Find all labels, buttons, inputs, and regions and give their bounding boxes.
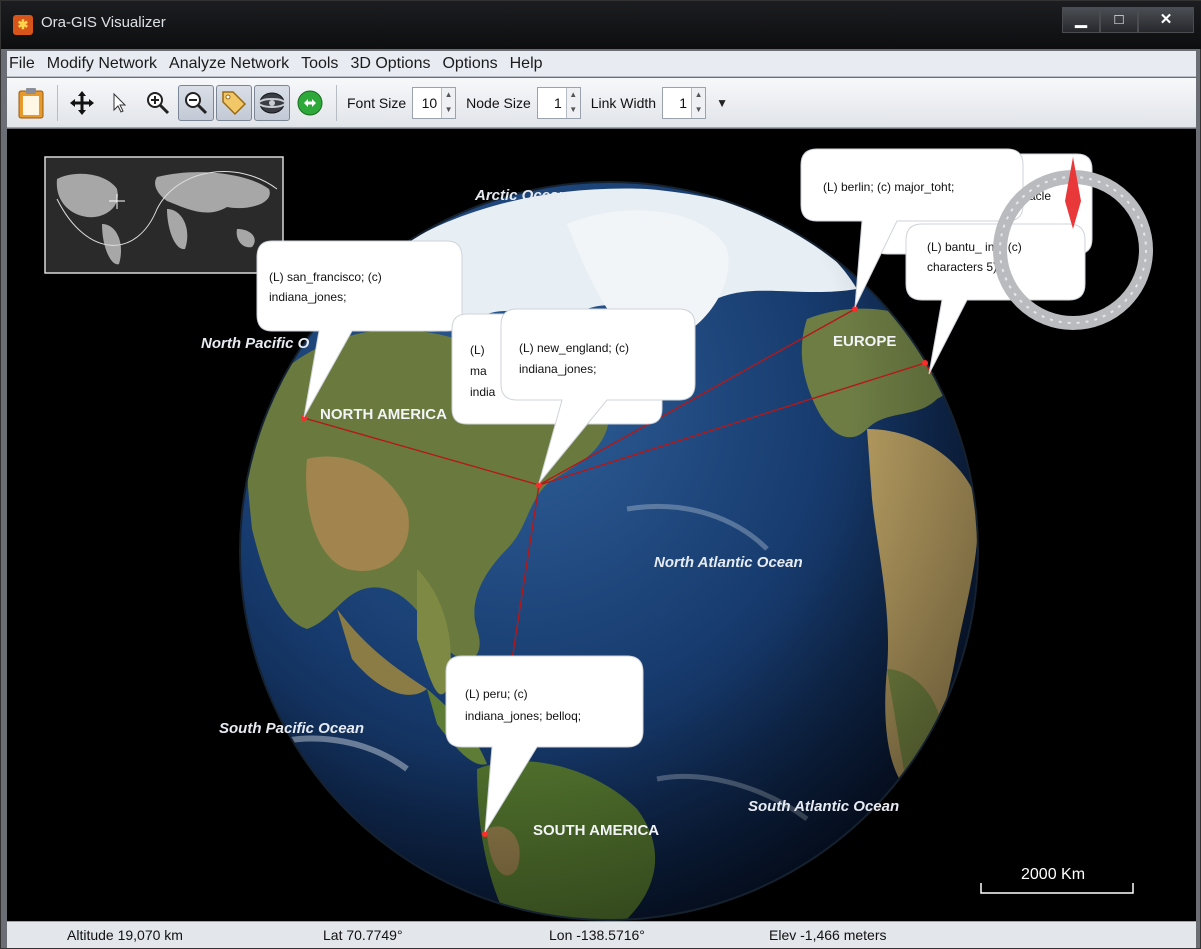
callout-hidden-line2: ma [470, 364, 487, 378]
title-bar[interactable]: ✱ Ora-GIS Visualizer ▁ □ ✕ [1, 1, 1201, 49]
link-width-spinner[interactable]: 1 ▲ ▼ [662, 86, 707, 119]
spin-down-icon[interactable]: ▼ [567, 103, 580, 118]
globe-icon [258, 92, 286, 113]
node-europe-2[interactable] [922, 360, 928, 366]
window-controls: ▁ □ ✕ [1062, 7, 1194, 33]
font-size-spinner[interactable]: 10 ▲ ▼ [412, 86, 457, 119]
zoom-in-icon [147, 91, 170, 114]
label-south-america: SOUTH AMERICA [533, 822, 659, 839]
menu-options[interactable]: Options [442, 55, 497, 73]
font-size-label: Font Size [347, 94, 407, 111]
scale-bar: 2000 Km [980, 866, 1134, 894]
callout-sf-line2: indiana_jones; [269, 290, 346, 304]
status-longitude: Lon -138.5716° [549, 927, 645, 943]
callout-hidden-line1: (L) [470, 343, 485, 357]
refresh-icon [297, 90, 323, 115]
pan-icon [70, 90, 94, 115]
label-north-atlantic: North Atlantic Ocean [654, 554, 803, 571]
menu-tools[interactable]: Tools [301, 55, 338, 73]
node-size-value[interactable]: 1 [538, 88, 566, 118]
callout-hidden-line3: india [470, 385, 496, 399]
label-south-pacific: South Pacific Ocean [219, 720, 364, 737]
zoom-in-button[interactable] [140, 85, 176, 121]
app-window: ✱ Ora-GIS Visualizer ▁ □ ✕ File Modify N… [0, 0, 1201, 949]
tag-icon [222, 90, 247, 115]
pan-button[interactable] [64, 85, 100, 121]
menu-3d-options[interactable]: 3D Options [350, 55, 430, 73]
label-south-atlantic: South Atlantic Ocean [748, 798, 899, 815]
node-size-arrows: ▲ ▼ [565, 87, 580, 118]
status-bar: Altitude 19,070 km Lat 70.7749° Lon -138… [7, 921, 1196, 948]
menu-modify-network[interactable]: Modify Network [47, 55, 157, 73]
globe-canvas[interactable]: (L) san_francisco; (c) indiana_jones; (L… [7, 129, 1196, 921]
menu-file[interactable]: File [9, 55, 35, 73]
node-size-spinner[interactable]: 1 ▲ ▼ [536, 86, 581, 119]
zoom-out-icon [185, 91, 208, 114]
status-elevation: Elev -1,466 meters [769, 927, 887, 943]
callout-bantu-line1: (L) bantu_ ind; (c) [927, 240, 1022, 254]
menu-help[interactable]: Help [510, 55, 543, 73]
callout-peru-line2: indiana_jones; belloq; [465, 709, 581, 723]
globe-viewport[interactable]: (L) san_francisco; (c) indiana_jones; (L… [7, 129, 1196, 921]
toolbar-overflow-dropdown-icon[interactable]: ▼ [716, 96, 728, 110]
globe-view-button[interactable] [254, 84, 290, 121]
clipboard-button[interactable] [13, 85, 49, 121]
label-europe: EUROPE [833, 333, 896, 350]
link-width-arrows: ▲ ▼ [691, 87, 706, 118]
callout-ne-line2: indiana_jones; [519, 362, 596, 376]
callout-berlin-line1: (L) berlin; (c) major_toht; [823, 180, 954, 194]
label-tag-button[interactable] [216, 84, 252, 121]
node-size-label: Node Size [466, 94, 531, 111]
spin-up-icon[interactable]: ▲ [442, 88, 455, 103]
spin-down-icon[interactable]: ▼ [442, 103, 455, 118]
select-arrow-icon [113, 92, 127, 113]
font-size-value[interactable]: 10 [413, 88, 441, 118]
minimize-button[interactable]: ▁ [1062, 7, 1100, 33]
maximize-button[interactable]: □ [1100, 7, 1138, 33]
refresh-button[interactable] [292, 85, 328, 121]
spin-up-icon[interactable]: ▲ [692, 88, 705, 103]
callout-peru-line1: (L) peru; (c) [465, 687, 528, 701]
label-north-america: NORTH AMERICA [320, 406, 447, 423]
callout-ne-line1: (L) new_england; (c) [519, 341, 629, 355]
link-width-value[interactable]: 1 [663, 88, 691, 118]
spin-up-icon[interactable]: ▲ [567, 88, 580, 103]
label-arctic-ocean: Arctic Ocean [474, 187, 568, 204]
overview-minimap[interactable] [44, 156, 284, 274]
toolbar: Font Size 10 ▲ ▼ Node Size 1 ▲ ▼ Link Wi… [7, 78, 1196, 128]
window-title: Ora-GIS Visualizer [41, 14, 166, 31]
scale-label: 2000 Km [1021, 866, 1085, 883]
label-north-pacific: North Pacific O [201, 335, 310, 352]
spin-down-icon[interactable]: ▼ [692, 103, 705, 118]
font-size-arrows: ▲ ▼ [441, 87, 456, 118]
zoom-out-button[interactable] [178, 84, 214, 121]
toolbar-separator [336, 84, 337, 121]
clipboard-icon [18, 87, 44, 118]
menu-bar: File Modify Network Analyze Network Tool… [7, 51, 1196, 77]
select-button[interactable] [102, 85, 138, 121]
app-logo-icon: ✱ [13, 15, 33, 35]
toolbar-separator [57, 84, 58, 121]
status-altitude: Altitude 19,070 km [67, 927, 183, 943]
menu-analyze-network[interactable]: Analyze Network [169, 55, 289, 73]
link-width-label: Link Width [590, 94, 657, 111]
close-button[interactable]: ✕ [1138, 7, 1194, 33]
status-latitude: Lat 70.7749° [323, 927, 403, 943]
callout-sf-line1: (L) san_francisco; (c) [269, 270, 382, 284]
callout-bantu-line2: characters 5); [927, 260, 1000, 274]
